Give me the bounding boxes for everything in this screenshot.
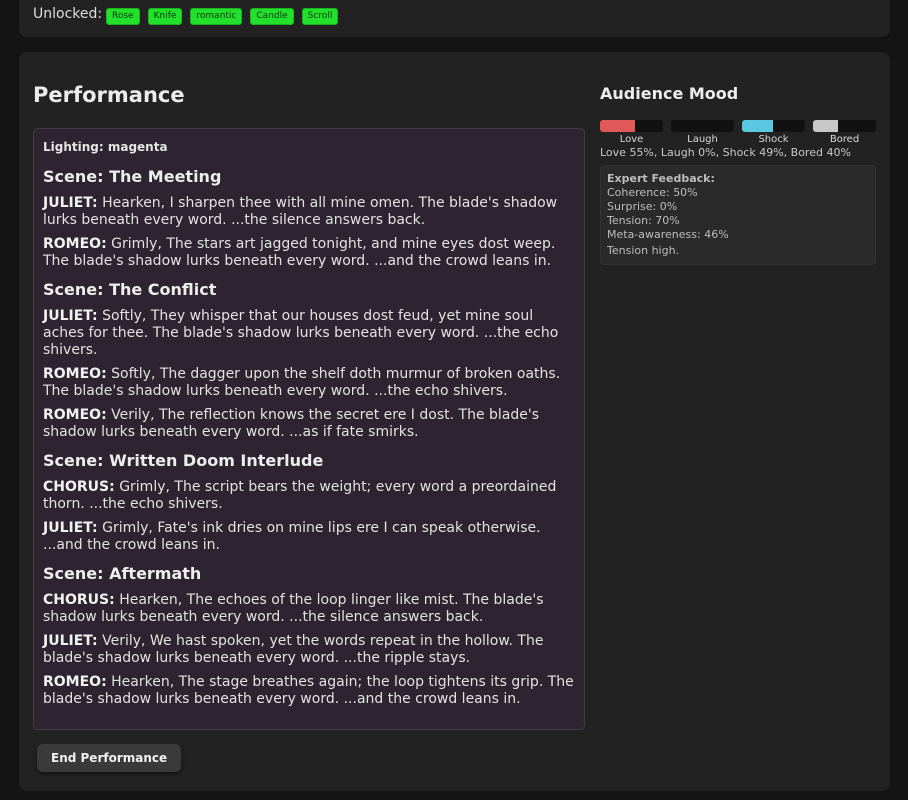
scene: Scene: The Meeting JULIET: Hearken, I sh…: [43, 167, 575, 270]
feedback-item: Coherence: 50%: [607, 186, 698, 199]
unlocked-tag: romantic: [190, 8, 243, 25]
unlocked-label: Unlocked:: [33, 6, 103, 22]
speaker-name: ROMEO:: [43, 236, 107, 252]
meter-fill: [600, 120, 635, 132]
line-text: Verily, We hast spoken, yet the words re…: [43, 633, 544, 666]
script-line: ROMEO: Softly, The dagger upon the shelf…: [43, 366, 575, 400]
meter-bar: [742, 120, 805, 132]
end-performance-button[interactable]: End Performance: [37, 744, 182, 772]
scene-title: Scene: Written Doom Interlude: [43, 451, 324, 470]
meter-fill: [813, 120, 839, 132]
script-line: JULIET: Hearken, I sharpen thee with all…: [43, 195, 575, 229]
meter-bar: [813, 120, 876, 132]
unlocked-tag: Scroll: [301, 8, 339, 25]
performance-panel: Performance Lighting: magenta Scene: The…: [19, 52, 890, 791]
feedback-item: Surprise: 0%: [607, 200, 678, 213]
script-box[interactable]: Lighting: magenta Scene: The Meeting JUL…: [33, 128, 585, 730]
line-text: Softly, The dagger upon the shelf doth m…: [43, 366, 561, 399]
feedback-item: Tension: 70%: [607, 214, 680, 227]
line-text: Hearken, The echoes of the loop linger l…: [43, 592, 544, 625]
meter-bar: [600, 120, 663, 132]
script-line: JULIET: Grimly, Fate's ink dries on mine…: [43, 520, 575, 554]
script-line: ROMEO: Verily, The reflection knows the …: [43, 407, 575, 441]
audience-mood-title: Audience Mood: [600, 84, 739, 103]
speaker-name: CHORUS:: [43, 479, 115, 495]
scene-title: Scene: The Conflict: [43, 280, 217, 299]
line-text: Verily, The reflection knows the secret …: [43, 407, 540, 440]
speaker-name: JULIET:: [43, 633, 98, 649]
mood-meter-bored: Bored: [813, 120, 876, 145]
script-line: ROMEO: Grimly, The stars art jagged toni…: [43, 236, 575, 270]
meter-bar: [671, 120, 734, 132]
speaker-name: JULIET:: [43, 308, 98, 324]
mood-meter-shock: Shock: [742, 120, 805, 145]
feedback-item: Meta-awareness: 46%: [607, 228, 729, 241]
line-text: Hearken, The stage breathes again; the l…: [43, 674, 574, 707]
mood-summary: Love 55%, Laugh 0%, Shock 49%, Bored 40%: [600, 146, 851, 159]
speaker-name: ROMEO:: [43, 407, 107, 423]
scene: Scene: Aftermath CHORUS: Hearken, The ec…: [43, 564, 575, 708]
meter-label: Love: [619, 134, 644, 145]
feedback-note: Tension high.: [607, 244, 680, 257]
speaker-name: ROMEO:: [43, 366, 107, 382]
unlocked-tags: Rose Knife romantic Candle Scroll: [106, 8, 339, 25]
performance-title: Performance: [33, 83, 185, 107]
meter-label: Shock: [758, 134, 789, 145]
scene: Scene: The Conflict JULIET: Softly, They…: [43, 280, 575, 441]
speaker-name: CHORUS:: [43, 592, 115, 608]
scene-title: Scene: Aftermath: [43, 564, 202, 583]
mood-meter-love: Love: [600, 120, 663, 145]
line-text: Softly, They whisper that our houses dos…: [43, 308, 559, 358]
lighting-status: Lighting: magenta: [43, 140, 168, 154]
script-line: JULIET: Softly, They whisper that our ho…: [43, 308, 575, 359]
speaker-name: JULIET:: [43, 520, 98, 536]
mood-meters: Love Laugh Shock Bored: [600, 120, 876, 145]
script-line: ROMEO: Hearken, The stage breathes again…: [43, 674, 575, 708]
speaker-name: ROMEO:: [43, 674, 107, 690]
line-text: Grimly, Fate's ink dries on mine lips er…: [43, 520, 541, 553]
speaker-name: JULIET:: [43, 195, 98, 211]
line-text: Hearken, I sharpen thee with all mine om…: [43, 195, 558, 228]
unlocked-tag: Rose: [106, 8, 140, 25]
script-line: CHORUS: Hearken, The echoes of the loop …: [43, 592, 575, 626]
meter-fill: [742, 120, 773, 132]
scene-title: Scene: The Meeting: [43, 167, 222, 186]
script-line: JULIET: Verily, We hast spoken, yet the …: [43, 633, 575, 667]
expert-feedback: Expert Feedback: Coherence: 50% Surprise…: [600, 165, 876, 265]
unlocked-panel: Unlocked: Rose Knife romantic Candle Scr…: [19, 0, 890, 37]
line-text: Grimly, The stars art jagged tonight, an…: [43, 236, 556, 269]
meter-label: Laugh: [687, 134, 718, 145]
script-line: CHORUS: Grimly, The script bears the wei…: [43, 479, 575, 513]
scene: Scene: Written Doom Interlude CHORUS: Gr…: [43, 451, 575, 554]
mood-meter-laugh: Laugh: [671, 120, 734, 145]
feedback-title: Expert Feedback:: [607, 172, 715, 185]
unlocked-tag: Candle: [250, 8, 294, 25]
meter-label: Bored: [829, 134, 860, 145]
unlocked-tag: Knife: [147, 8, 183, 25]
line-text: Grimly, The script bears the weight; eve…: [43, 479, 557, 512]
